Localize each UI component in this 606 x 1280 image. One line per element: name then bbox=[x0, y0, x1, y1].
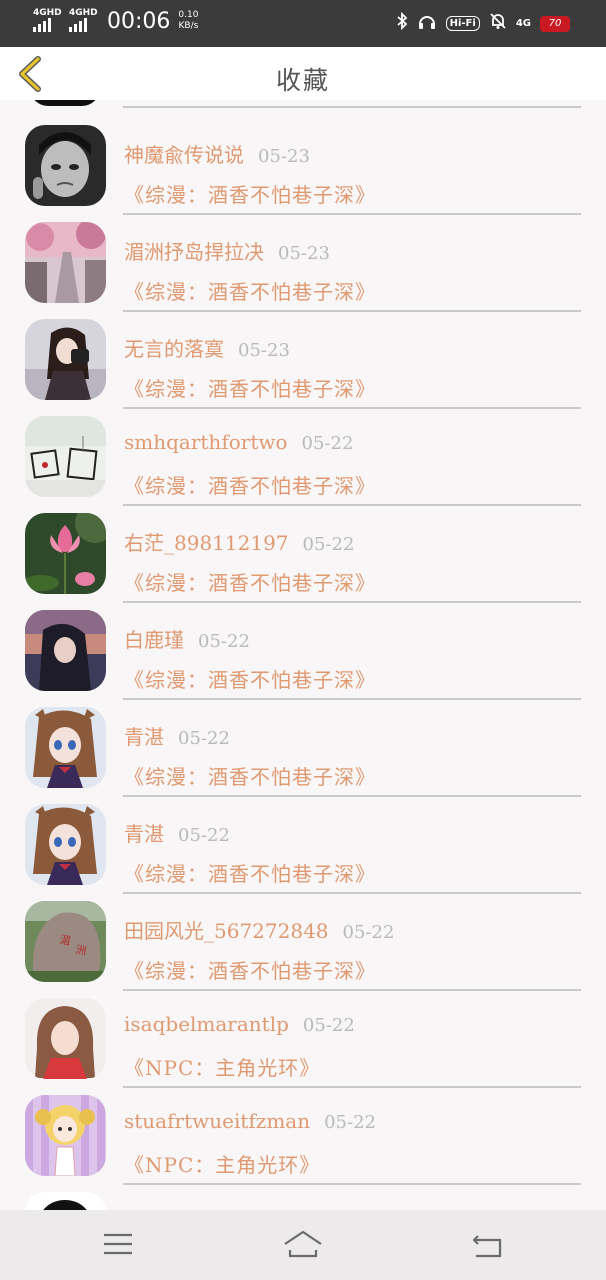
list-item[interactable]: 青湛 05-22 《综漫：酒香不怕巷子深》 bbox=[0, 693, 606, 797]
net-label-2: 4GHD bbox=[69, 8, 98, 18]
avatar[interactable] bbox=[25, 513, 106, 594]
list-item[interactable]: smhqarthfortwo 05-22 《综漫：酒香不怕巷子深》 bbox=[0, 402, 606, 506]
return-icon bbox=[472, 1235, 502, 1258]
user-name: 右茫_898112197 bbox=[124, 531, 289, 555]
user-name: 青湛 bbox=[124, 822, 164, 846]
book-title[interactable]: 《综漫：酒香不怕巷子深》 bbox=[124, 373, 376, 402]
avatar[interactable] bbox=[25, 707, 106, 788]
system-nav-bar bbox=[0, 1210, 606, 1280]
avatar[interactable] bbox=[25, 998, 106, 1079]
list-item[interactable]: 白鹿瑾 05-22 《综漫：酒香不怕巷子深》 bbox=[0, 596, 606, 700]
bluetooth-icon bbox=[396, 11, 408, 35]
date: 05-22 bbox=[324, 1112, 376, 1133]
menu-button[interactable] bbox=[98, 1228, 138, 1262]
user-name: 田园风光_567272848 bbox=[124, 919, 329, 943]
headphones-icon bbox=[417, 12, 437, 35]
status-right: Hi-Fi 4G 70 bbox=[396, 11, 570, 35]
status-left: 4GHD 4GHD 00:06 0.10 KB/s bbox=[33, 8, 198, 34]
hifi-icon: Hi-Fi bbox=[445, 16, 480, 31]
list-item[interactable]: 187_69879888405-21 bbox=[0, 1178, 606, 1210]
user-name: 湄洲抒岛捍拉决 bbox=[124, 240, 264, 264]
mute-bell-icon bbox=[489, 12, 507, 35]
svg-text:洲: 洲 bbox=[74, 943, 87, 958]
date: 05-23 bbox=[238, 340, 290, 361]
net-speed: 0.10 KB/s bbox=[178, 10, 198, 32]
book-title[interactable]: 《综漫：酒香不怕巷子深》 bbox=[124, 470, 376, 499]
list-item[interactable]: 湄 洲 田园风光_567272848 05-22 《综漫：酒香不怕巷子深》 bbox=[0, 887, 606, 991]
list-item[interactable]: 无言的落寞 05-23 《综漫：酒香不怕巷子深》 bbox=[0, 305, 606, 409]
date: 05-22 bbox=[178, 728, 230, 749]
date: 05-23 bbox=[278, 243, 330, 264]
list-item[interactable]: 湄洲抒岛捍拉决 05-23 《综漫：酒香不怕巷子深》 bbox=[0, 208, 606, 312]
net-speed-unit: KB/s bbox=[178, 21, 199, 31]
date: 05-22 bbox=[342, 922, 395, 943]
battery-icon: 70 bbox=[540, 15, 570, 32]
book-title[interactable]: 《综漫：酒香不怕巷子深》 bbox=[124, 276, 376, 305]
date: 05-22 bbox=[302, 534, 355, 555]
user-name: 青湛 bbox=[124, 725, 164, 749]
list-item[interactable]: 青湛 05-22 《综漫：酒香不怕巷子深》 bbox=[0, 790, 606, 894]
net-speed-value: 0.10 bbox=[178, 10, 199, 20]
avatar[interactable] bbox=[25, 319, 106, 400]
user-name: stuafrtwueitfzman bbox=[124, 1109, 311, 1133]
date: 05-23 bbox=[258, 146, 310, 167]
book-title[interactable]: 《综漫：酒香不怕巷子深》 bbox=[124, 761, 376, 790]
avatar[interactable] bbox=[25, 222, 106, 303]
book-title[interactable]: 《综漫：酒香不怕巷子深》 bbox=[124, 664, 376, 693]
list-item[interactable]: 右茫_898112197 05-22 《综漫：酒香不怕巷子深》 bbox=[0, 499, 606, 603]
avatar[interactable] bbox=[25, 1192, 106, 1210]
date: 05-22 bbox=[301, 433, 354, 454]
list-item[interactable]: stuafrtwueitfzman 05-22 《NPC：主角光环》 bbox=[0, 1081, 606, 1185]
signal-icon-2: 4GHD bbox=[69, 8, 98, 34]
book-title[interactable]: 《NPC：主角光环》 bbox=[124, 1149, 320, 1178]
date: 05-22 bbox=[198, 631, 250, 652]
menu-icon bbox=[104, 1233, 132, 1255]
avatar[interactable] bbox=[25, 804, 106, 885]
svg-text:湄: 湄 bbox=[58, 933, 71, 948]
user-name: isaqbelmarantlp bbox=[124, 1012, 289, 1036]
book-title[interactable]: 《综漫：酒香不怕巷子深》 bbox=[124, 858, 376, 887]
book-title[interactable]: 《综漫：酒香不怕巷子深》 bbox=[124, 179, 376, 208]
page-title: 收藏 bbox=[275, 66, 330, 95]
divider bbox=[123, 106, 581, 108]
avatar[interactable] bbox=[25, 125, 106, 206]
book-title[interactable]: 《综漫：酒香不怕巷子深》 bbox=[124, 955, 376, 984]
user-name: 无言的落寞 bbox=[124, 337, 224, 361]
header: 收藏 bbox=[0, 47, 606, 100]
favorites-list: 神魔兪传说说 05-23 《综漫：酒香不怕巷子深》 湄洲抒岛捍拉决 05-23 《综… bbox=[0, 100, 606, 1210]
book-title[interactable]: 《NPC：主角光环》 bbox=[124, 1052, 320, 1081]
list-item[interactable]: 神魔兪传说说 05-23 《综漫：酒香不怕巷子深》 bbox=[0, 111, 606, 215]
avatar[interactable] bbox=[25, 1095, 106, 1176]
avatar bbox=[30, 100, 100, 106]
date: 05-22 bbox=[302, 1015, 355, 1036]
back-nav-button[interactable] bbox=[468, 1228, 508, 1262]
book-title[interactable]: 《综漫：酒香不怕巷子深》 bbox=[124, 567, 376, 596]
avatar[interactable] bbox=[25, 416, 106, 497]
date: 05-22 bbox=[178, 825, 230, 846]
home-button[interactable] bbox=[283, 1228, 323, 1262]
status-bar: 4GHD 4GHD 00:06 0.10 KB/s Hi-Fi 4G 70 bbox=[0, 0, 606, 47]
user-name: 神魔兪传说说 bbox=[124, 143, 244, 167]
avatar[interactable]: 湄 洲 bbox=[25, 901, 106, 982]
signal-icon-1: 4GHD bbox=[33, 8, 62, 34]
user-name: smhqarthfortwo bbox=[124, 430, 288, 454]
user-name: 白鹿瑾 bbox=[124, 628, 184, 652]
list-item[interactable]: isaqbelmarantlp 05-22 《NPC：主角光环》 bbox=[0, 984, 606, 1088]
home-icon bbox=[284, 1230, 322, 1258]
network-4g-icon: 4G bbox=[515, 18, 531, 29]
clock: 00:06 bbox=[107, 8, 171, 34]
avatar[interactable] bbox=[25, 610, 106, 691]
net-label-1: 4GHD bbox=[33, 8, 62, 18]
